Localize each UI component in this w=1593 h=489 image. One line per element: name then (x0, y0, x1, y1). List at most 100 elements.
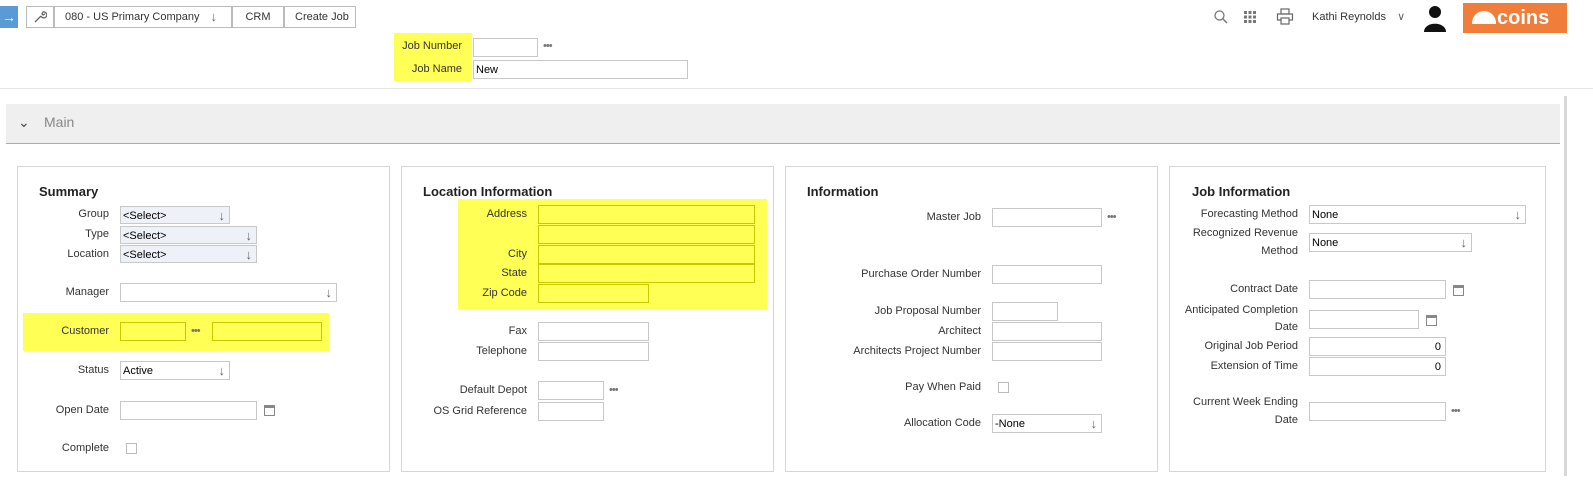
address-line2-input[interactable] (538, 225, 755, 244)
calendar-icon[interactable] (1426, 315, 1437, 326)
wrench-icon (34, 11, 48, 23)
forecasting-select[interactable]: None ↓ (1309, 205, 1526, 224)
manager-label: Manager (65, 286, 109, 298)
chevron-down-icon: ↓ (1090, 416, 1098, 431)
anticipated-completion-label: Anticipated Completion (1184, 304, 1298, 316)
architect-project-label: Architects Project Number (853, 345, 981, 357)
job-number-label: Job Number (402, 40, 462, 52)
fax-input[interactable] (538, 322, 649, 341)
open-date-label: Open Date (55, 404, 109, 416)
current-week-label: Current Week Ending (1193, 396, 1298, 408)
type-label: Type (85, 228, 109, 240)
group-label: Group (78, 208, 109, 220)
forecasting-label: Forecasting Method (1200, 208, 1298, 220)
type-select[interactable]: <Select> ↓ (120, 226, 257, 244)
status-select[interactable]: Active ↓ (120, 361, 230, 380)
pay-when-paid-label: Pay When Paid (905, 381, 981, 393)
manager-select[interactable]: ↓ (120, 283, 337, 302)
ellipsis-icon[interactable]: ••• (191, 325, 201, 337)
chevron-down-icon: ↓ (1460, 235, 1468, 250)
main-section-header[interactable]: ⌄ Main (6, 104, 1560, 144)
extension-label: Extension of Time (1210, 360, 1298, 372)
menu-toggle-button[interactable]: → (0, 6, 18, 28)
user-avatar-icon[interactable] (1422, 4, 1448, 32)
architect-label: Architect (938, 325, 981, 337)
group-select[interactable]: <Select> ↓ (120, 206, 230, 224)
customer-name-input[interactable] (212, 322, 322, 341)
job-proposal-label: Job Proposal Number (874, 305, 981, 317)
collapse-chevron-icon: ⌄ (18, 114, 30, 130)
scrollbar[interactable] (1564, 96, 1567, 476)
customer-code-input[interactable] (120, 322, 186, 341)
job-proposal-input[interactable] (992, 302, 1058, 321)
zip-input[interactable] (538, 284, 649, 303)
location-select[interactable]: <Select> ↓ (120, 245, 257, 263)
calendar-icon[interactable] (1453, 285, 1464, 296)
master-job-input[interactable] (992, 208, 1102, 227)
open-date-input[interactable] (120, 401, 257, 420)
print-icon[interactable] (1276, 8, 1294, 25)
job-name-label: Job Name (411, 63, 462, 75)
job-name-input[interactable]: New (473, 60, 688, 79)
ellipsis-icon[interactable]: ••• (543, 40, 553, 52)
location-title: Location Information (423, 184, 553, 199)
os-grid-input[interactable] (538, 402, 604, 421)
user-name: Kathi Reynolds (1312, 11, 1386, 23)
ellipsis-icon[interactable]: ••• (1107, 211, 1117, 223)
ellipsis-icon[interactable]: ••• (609, 384, 619, 396)
allocation-code-select[interactable]: -None ↓ (992, 414, 1102, 433)
section-title: Main (44, 114, 75, 130)
master-job-label: Master Job (926, 211, 981, 223)
original-period-label: Original Job Period (1204, 340, 1298, 352)
complete-label: Complete (61, 442, 109, 454)
user-menu[interactable]: Kathi Reynolds ∨ (1312, 10, 1405, 23)
summary-title: Summary (39, 184, 99, 199)
job-info-title: Job Information (1192, 184, 1291, 199)
city-label: City (508, 248, 527, 260)
location-value: <Select> (123, 249, 167, 261)
chevron-down-icon: ↓ (245, 247, 253, 262)
chevron-down-icon: ↓ (218, 208, 226, 223)
architect-project-input[interactable] (992, 342, 1102, 361)
po-number-input[interactable] (992, 265, 1102, 284)
pay-when-paid-checkbox[interactable] (998, 382, 1009, 393)
search-icon[interactable] (1213, 9, 1229, 25)
logo-text: coins (1497, 7, 1550, 29)
location-label: Location (67, 248, 109, 260)
status-value: Active (123, 365, 153, 377)
telephone-label: Telephone (476, 345, 527, 357)
address-line1-input[interactable] (538, 205, 755, 224)
state-input[interactable] (538, 264, 755, 283)
telephone-input[interactable] (538, 342, 649, 361)
apps-grid-icon[interactable] (1243, 10, 1257, 24)
forecasting-value: None (1312, 209, 1339, 221)
contract-date-input[interactable] (1309, 280, 1446, 299)
breadcrumb-create-job[interactable]: Create Job (284, 6, 356, 28)
recognized-revenue-label: Recognized Revenue (1192, 227, 1298, 239)
default-depot-label: Default Depot (459, 384, 527, 396)
ellipsis-icon[interactable]: ••• (1451, 405, 1461, 417)
breadcrumb-crm[interactable]: CRM (232, 6, 284, 28)
calendar-icon[interactable] (264, 405, 275, 416)
complete-checkbox[interactable] (126, 443, 137, 454)
default-depot-input[interactable] (538, 381, 604, 400)
original-period-input[interactable]: 0 (1309, 337, 1446, 356)
header-divider (0, 88, 1593, 89)
contract-date-label: Contract Date (1230, 283, 1298, 295)
po-number-label: Purchase Order Number (861, 268, 981, 280)
recognized-revenue-select[interactable]: None ↓ (1309, 233, 1472, 252)
current-week-label-2: Date (1274, 414, 1298, 426)
recognized-revenue-value: None (1312, 237, 1339, 249)
anticipated-completion-label-2: Date (1274, 321, 1298, 333)
customer-label: Customer (61, 325, 109, 337)
tools-button[interactable] (26, 6, 54, 28)
job-number-input[interactable] (473, 38, 538, 57)
architect-input[interactable] (992, 322, 1102, 341)
current-week-input[interactable] (1309, 402, 1446, 421)
anticipated-completion-input[interactable] (1309, 310, 1419, 329)
breadcrumb-company[interactable]: 080 - US Primary Company ↓ (54, 6, 232, 28)
status-label: Status (77, 364, 109, 376)
breadcrumb-company-label: 080 - US Primary Company (65, 11, 200, 23)
city-input[interactable] (538, 245, 755, 264)
extension-input[interactable]: 0 (1309, 357, 1446, 376)
